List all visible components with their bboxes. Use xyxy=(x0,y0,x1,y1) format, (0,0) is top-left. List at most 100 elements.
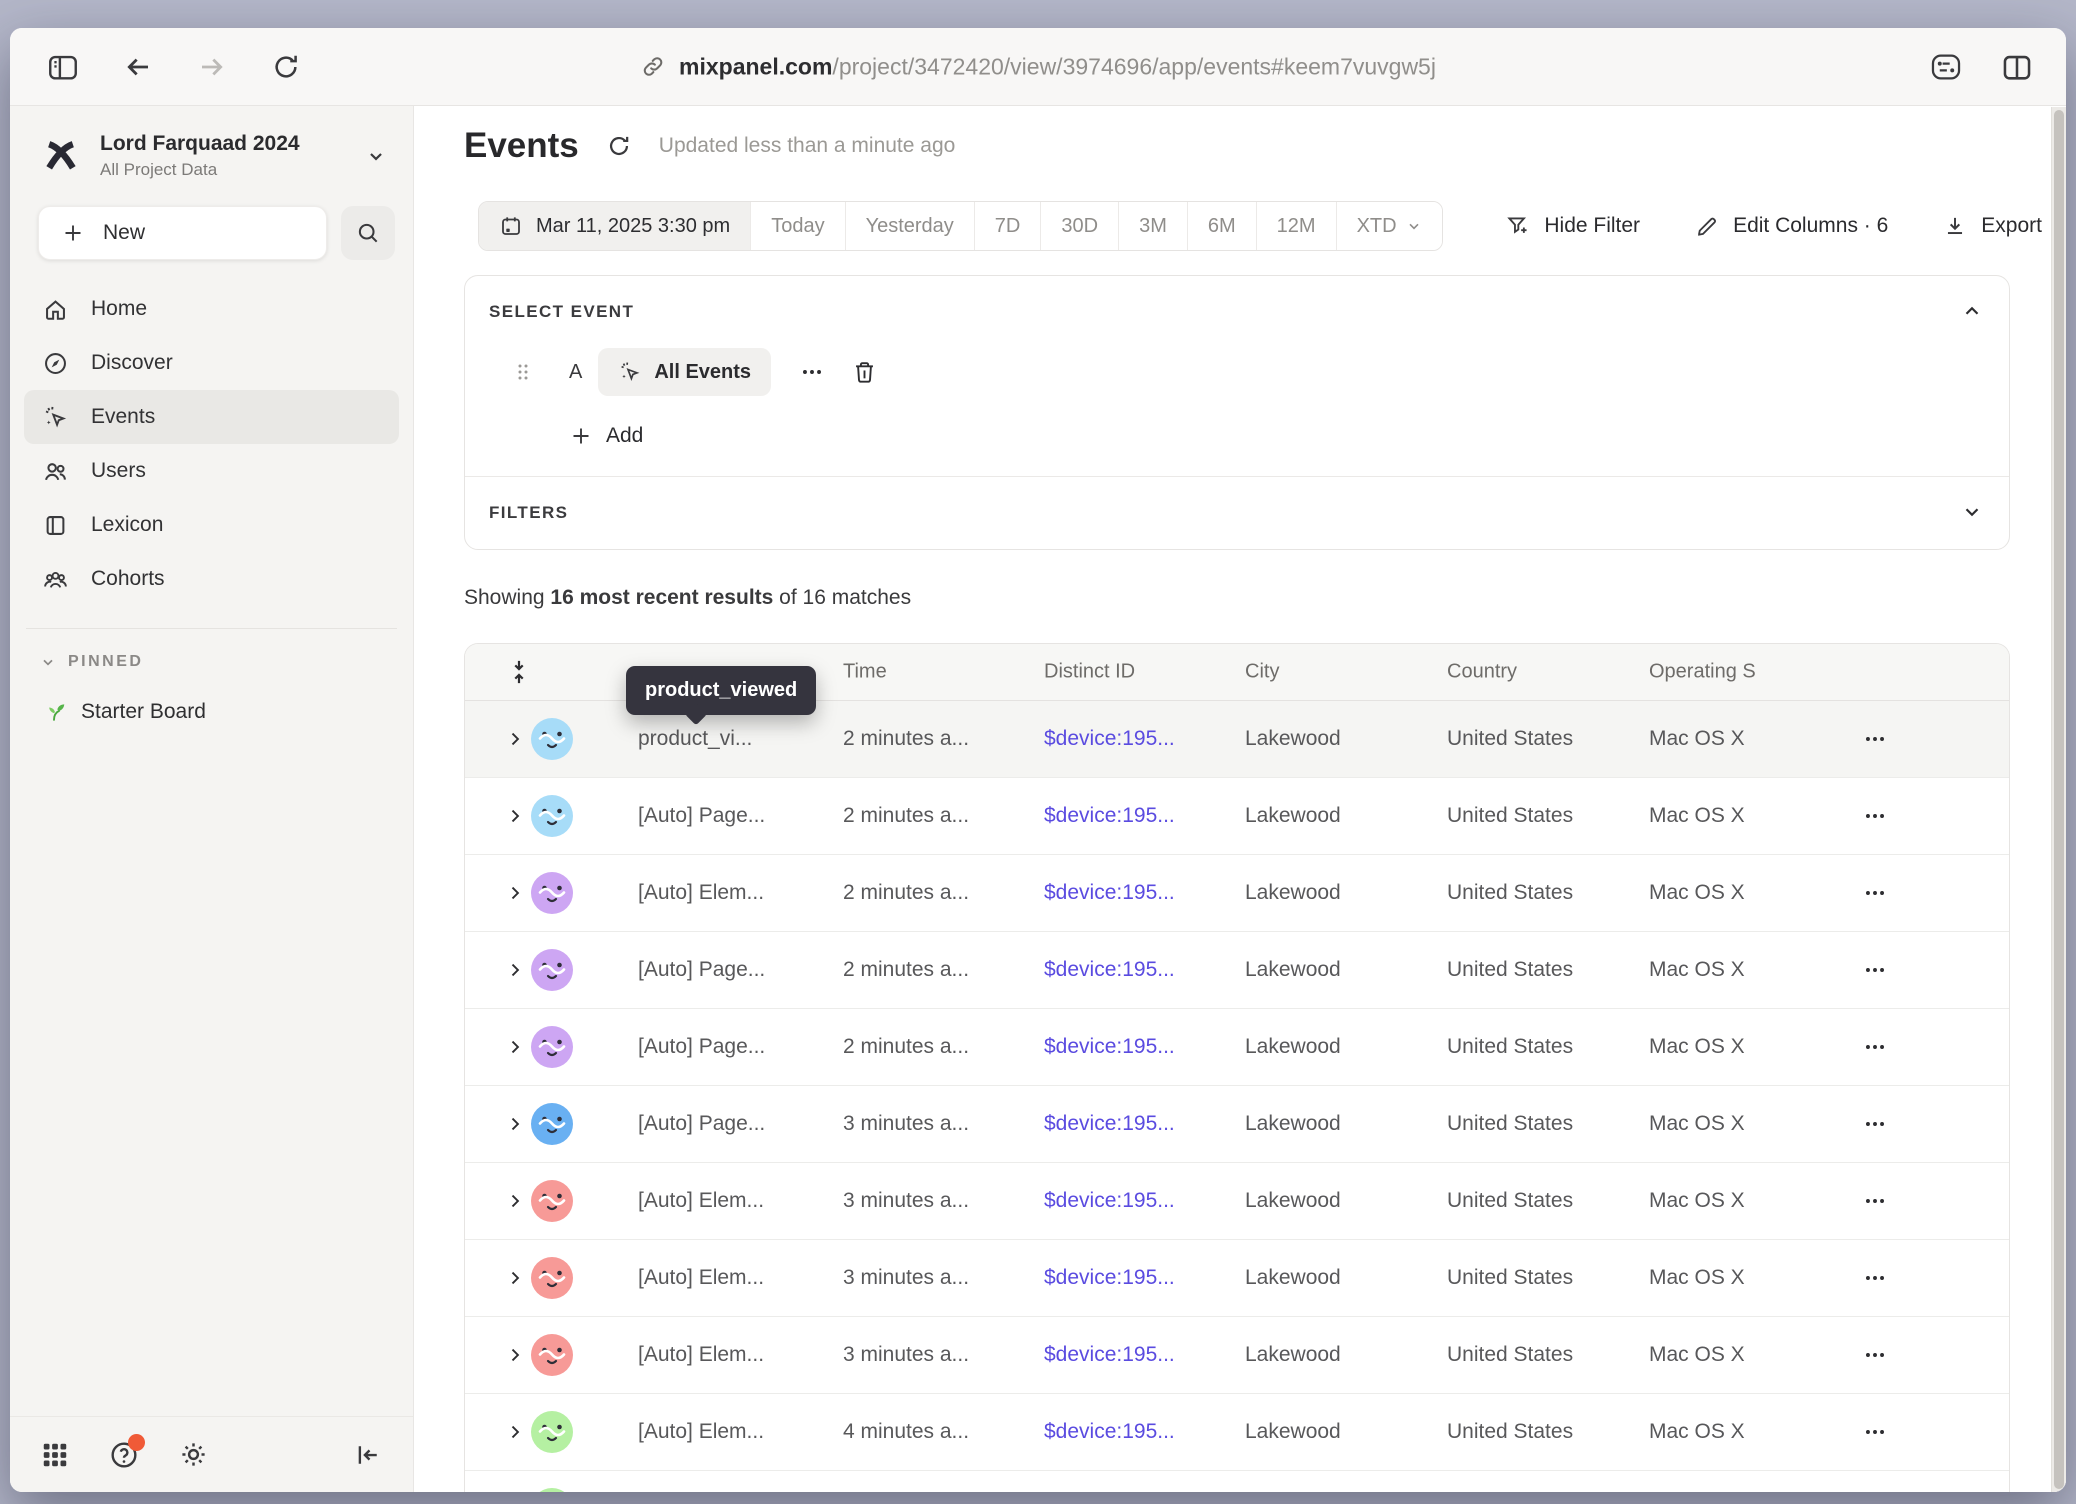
range-3m[interactable]: 3M xyxy=(1119,202,1188,250)
add-event-button[interactable]: Add xyxy=(569,424,643,448)
row-more-button[interactable] xyxy=(1862,1034,1888,1060)
row-more-button[interactable] xyxy=(1862,1111,1888,1137)
expand-row-icon[interactable] xyxy=(505,1191,525,1211)
row-more-button[interactable] xyxy=(1862,957,1888,983)
range-yesterday[interactable]: Yesterday xyxy=(846,202,975,250)
table-row[interactable]: [Auto] Page... 2 minutes a... $device:19… xyxy=(465,1009,2009,1086)
table-row[interactable]: [Auto] Page... 2 minutes a... $device:19… xyxy=(465,932,2009,1009)
browser-reload-icon[interactable] xyxy=(270,51,302,83)
edit-columns-button[interactable]: Edit Columns · 6 xyxy=(1694,213,1888,239)
event-os: Mac OS X xyxy=(1649,804,1745,828)
expand-row-icon[interactable] xyxy=(505,1345,525,1365)
table-row[interactable] xyxy=(465,1471,2009,1492)
table-row[interactable]: [Auto] Page... 3 minutes a... $device:19… xyxy=(465,1086,2009,1163)
range-xtd[interactable]: XTD xyxy=(1337,202,1442,250)
gear-icon[interactable] xyxy=(178,1439,209,1470)
event-avatar xyxy=(531,1488,573,1492)
clause-more-button[interactable] xyxy=(799,359,825,385)
browser-splitview-icon[interactable] xyxy=(2000,50,2034,84)
expand-row-icon[interactable] xyxy=(505,1114,525,1134)
events-table: product_viewed Time Distinct ID City Cou… xyxy=(464,643,2010,1492)
sidebar-item-label: Discover xyxy=(91,351,173,375)
row-more-button[interactable] xyxy=(1862,726,1888,752)
row-more-button[interactable] xyxy=(1862,803,1888,829)
distinct-id-link[interactable]: $device:195... xyxy=(1044,1266,1175,1290)
expand-row-icon[interactable] xyxy=(505,1268,525,1288)
apps-grid-icon[interactable] xyxy=(40,1440,70,1470)
expand-row-icon[interactable] xyxy=(505,806,525,826)
distinct-id-link[interactable]: $device:195... xyxy=(1044,1035,1175,1059)
distinct-id-link[interactable]: $device:195... xyxy=(1044,958,1175,982)
sidebar-item-events[interactable]: Events xyxy=(24,390,399,444)
range-7d[interactable]: 7D xyxy=(975,202,1042,250)
range-12m[interactable]: 12M xyxy=(1257,202,1337,250)
range-6m[interactable]: 6M xyxy=(1188,202,1257,250)
distinct-id-link[interactable]: $device:195... xyxy=(1044,881,1175,905)
row-more-button[interactable] xyxy=(1862,1265,1888,1291)
table-row[interactable]: [Auto] Elem... 3 minutes a... $device:19… xyxy=(465,1163,2009,1240)
sidebar-item-starter-board[interactable]: Starter Board xyxy=(10,699,413,724)
column-header-os[interactable]: Operating S xyxy=(1649,661,1756,684)
export-button[interactable]: Export xyxy=(1942,213,2042,239)
sidebar-item-users[interactable]: Users xyxy=(24,444,399,498)
table-row[interactable]: [Auto] Elem... 2 minutes a... $device:19… xyxy=(465,855,2009,932)
pinned-section-header[interactable]: PINNED xyxy=(10,653,413,671)
table-row[interactable]: [Auto] Elem... 3 minutes a... $device:19… xyxy=(465,1240,2009,1317)
search-button[interactable] xyxy=(341,206,395,260)
browser-sidebar-toggle-icon[interactable] xyxy=(46,50,80,84)
row-more-button[interactable] xyxy=(1862,880,1888,906)
collapse-section-icon[interactable] xyxy=(1961,300,1983,322)
date-picker-button[interactable]: Mar 11, 2025 3:30 pm xyxy=(479,202,751,250)
sidebar-item-home[interactable]: Home xyxy=(24,282,399,336)
table-row[interactable]: [Auto] Elem... 3 minutes a... $device:19… xyxy=(465,1317,2009,1394)
row-more-button[interactable] xyxy=(1862,1342,1888,1368)
scrollbar-thumb[interactable] xyxy=(2054,110,2064,1489)
trash-icon[interactable] xyxy=(851,359,878,386)
range-30d[interactable]: 30D xyxy=(1041,202,1119,250)
expand-row-icon[interactable] xyxy=(505,1422,525,1442)
refresh-icon[interactable] xyxy=(605,132,633,160)
sidebar-item-discover[interactable]: Discover xyxy=(24,336,399,390)
distinct-id-link[interactable]: $device:195... xyxy=(1044,1343,1175,1367)
sidebar-item-lexicon[interactable]: Lexicon xyxy=(24,498,399,552)
range-today[interactable]: Today xyxy=(751,202,845,250)
expand-row-icon[interactable] xyxy=(505,729,525,749)
column-header-city[interactable]: City xyxy=(1245,661,1279,684)
row-more-button[interactable] xyxy=(1862,1419,1888,1445)
hide-filter-button[interactable]: Hide Filter xyxy=(1505,213,1640,239)
sidebar-item-cohorts[interactable]: Cohorts xyxy=(24,552,399,606)
results-summary: Showing 16 most recent results of 16 mat… xyxy=(464,586,2066,610)
column-header-country[interactable]: Country xyxy=(1447,661,1517,684)
address-bar[interactable]: mixpanel.com/project/3472420/view/397469… xyxy=(640,53,1436,80)
column-header-time[interactable]: Time xyxy=(843,661,887,684)
browser-back-icon[interactable] xyxy=(122,51,154,83)
distinct-id-link[interactable]: $device:195... xyxy=(1044,1112,1175,1136)
collapse-all-rows-icon[interactable] xyxy=(509,658,529,686)
workspace-switcher[interactable]: Lord Farquaad 2024 All Project Data xyxy=(10,106,413,180)
drag-handle-icon[interactable] xyxy=(515,360,531,384)
expand-row-icon[interactable] xyxy=(505,883,525,903)
event-city: Lakewood xyxy=(1245,727,1341,751)
expand-section-icon[interactable] xyxy=(1961,501,1983,523)
table-row[interactable]: [Auto] Elem... 4 minutes a... $device:19… xyxy=(465,1394,2009,1471)
distinct-id-link[interactable]: $device:195... xyxy=(1044,1189,1175,1213)
filters-header: FILTERS xyxy=(489,503,1983,523)
expand-row-icon[interactable] xyxy=(505,960,525,980)
distinct-id-link[interactable]: $device:195... xyxy=(1044,804,1175,828)
collapse-sidebar-icon[interactable] xyxy=(353,1440,383,1470)
page-scrollbar[interactable] xyxy=(2051,107,2066,1492)
row-more-button[interactable] xyxy=(1862,1188,1888,1214)
column-header-distinct-id[interactable]: Distinct ID xyxy=(1044,661,1135,684)
pencil-icon xyxy=(1694,213,1720,239)
date-range-control: Mar 11, 2025 3:30 pm Today Yesterday 7D … xyxy=(478,201,1443,251)
event-avatar xyxy=(531,795,573,837)
expand-row-icon[interactable] xyxy=(505,1037,525,1057)
distinct-id-link[interactable]: $device:195... xyxy=(1044,1420,1175,1444)
new-button[interactable]: New xyxy=(38,206,327,260)
table-row[interactable]: [Auto] Page... 2 minutes a... $device:19… xyxy=(465,778,2009,855)
browser-customize-icon[interactable] xyxy=(1928,50,1964,84)
browser-forward-icon[interactable] xyxy=(196,51,228,83)
distinct-id-link[interactable]: $device:195... xyxy=(1044,727,1175,751)
event-selector-chip[interactable]: All Events xyxy=(598,348,771,396)
edit-columns-label: Edit Columns · 6 xyxy=(1733,214,1888,238)
